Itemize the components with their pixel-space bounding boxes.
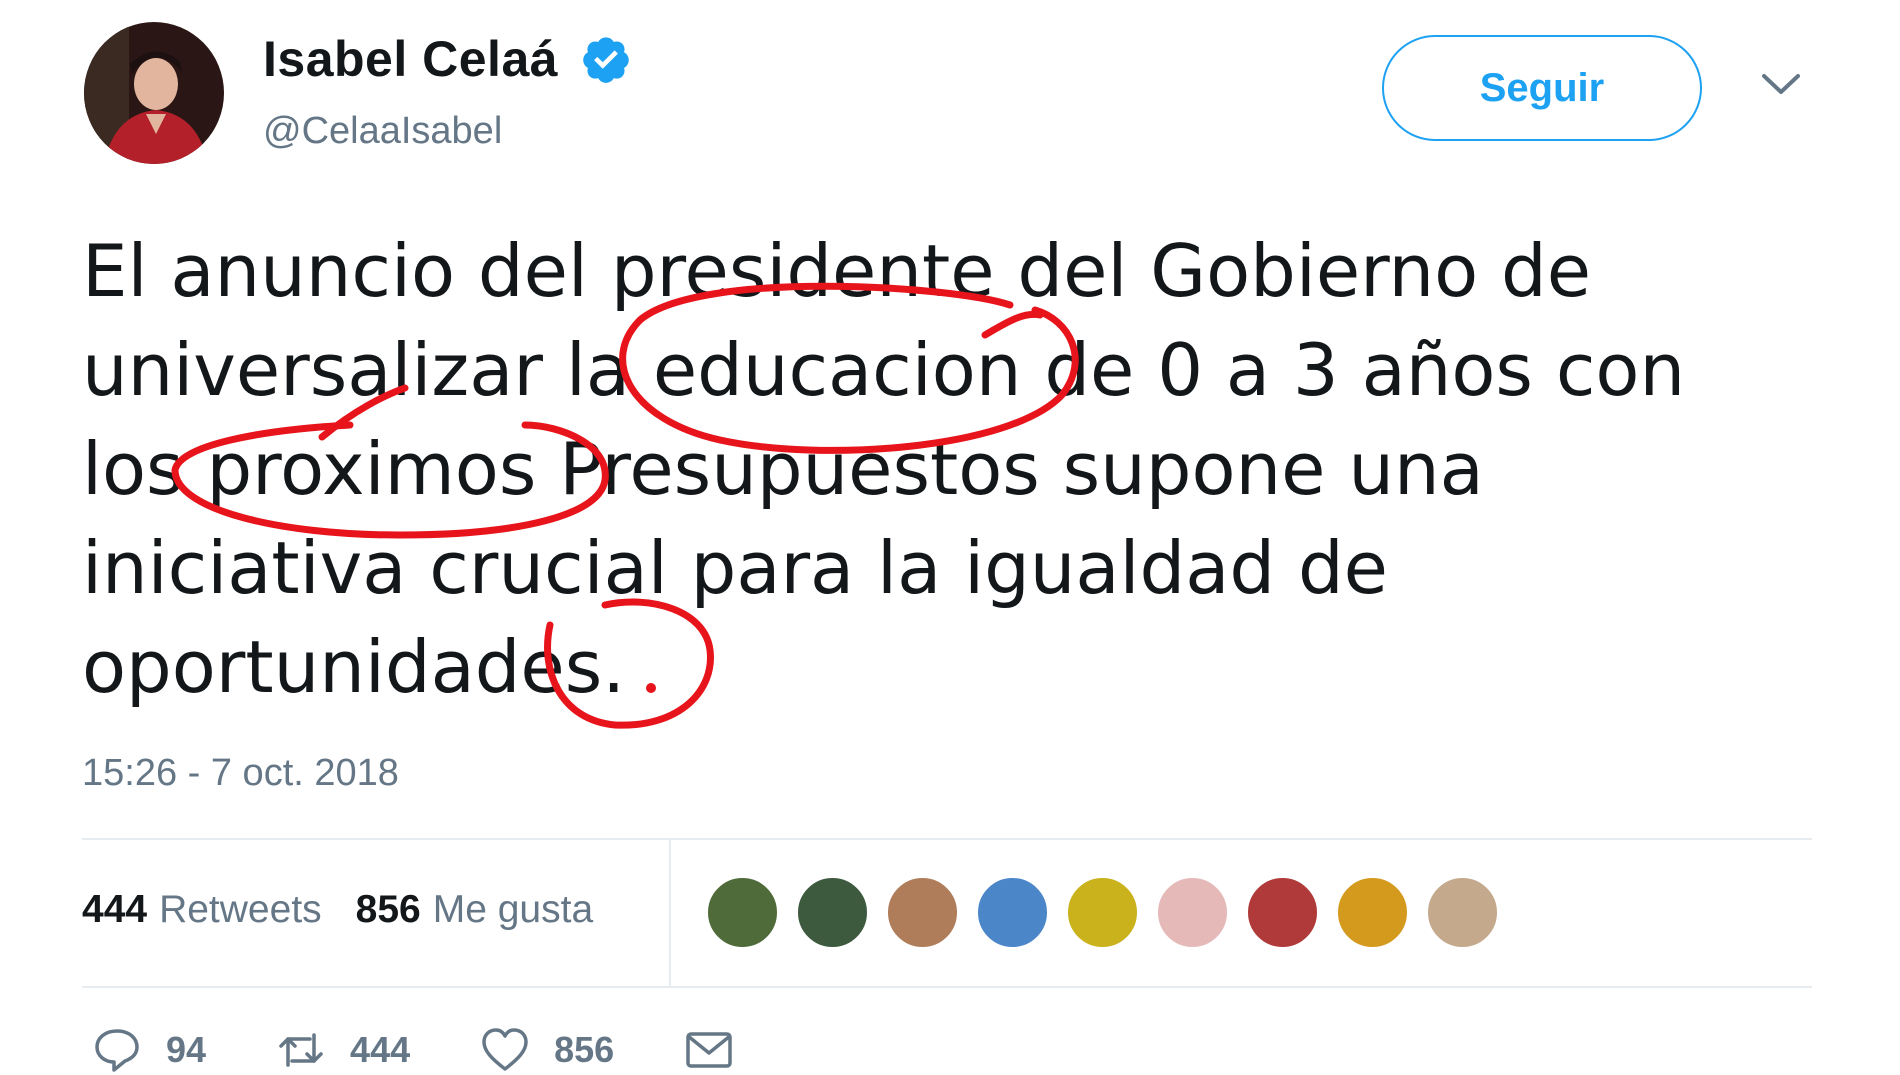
liker-avatar[interactable]: [976, 876, 1049, 949]
stats-vertical-divider: [669, 840, 671, 988]
likes-label: Me gusta: [432, 888, 594, 931]
like-count: 856: [554, 1029, 615, 1070]
retweets-stat[interactable]: 444 Retweets: [82, 888, 322, 932]
reply-icon: [95, 1029, 139, 1072]
author-avatar[interactable]: [84, 22, 224, 164]
author-name[interactable]: Isabel Celaá: [263, 30, 558, 88]
like-button[interactable]: 856: [480, 1025, 614, 1075]
reply-button[interactable]: 94: [92, 1025, 206, 1075]
liker-avatar[interactable]: [1066, 876, 1139, 949]
liker-avatar[interactable]: [886, 876, 959, 949]
heart-icon: [482, 1028, 528, 1071]
likes-stat[interactable]: 856 Me gusta: [356, 888, 594, 932]
tweet-action-bar: 94 444 856: [92, 1025, 804, 1075]
retweet-count: 444: [350, 1029, 411, 1070]
tweet-stats: 444 Retweets 856 Me gusta: [82, 888, 593, 932]
verified-badge-icon: [583, 37, 629, 83]
liker-avatar[interactable]: [1156, 876, 1229, 949]
divider-bottom: [82, 986, 1812, 988]
tweet-text: El anuncio del presidente del Gobierno d…: [82, 222, 1842, 717]
direct-message-button[interactable]: [684, 1025, 734, 1075]
liker-avatar[interactable]: [796, 876, 869, 949]
tweet-line: universalizar la educacion de 0 a 3 años…: [82, 328, 1686, 412]
author-name-row: Isabel Celaá: [263, 30, 632, 88]
liker-avatar[interactable]: [706, 876, 779, 949]
retweet-button[interactable]: 444: [276, 1025, 410, 1075]
tweet-line: los proximos Presupuestos supone una: [82, 427, 1484, 511]
liker-avatar[interactable]: [1246, 876, 1319, 949]
tweet-line: iniciativa crucial para la igualdad de: [82, 526, 1388, 610]
liker-avatar[interactable]: [1426, 876, 1499, 949]
envelope-icon: [686, 1032, 732, 1068]
tweet-line: El anuncio del presidente del Gobierno d…: [82, 229, 1592, 313]
follow-button[interactable]: Seguir: [1382, 35, 1702, 141]
retweets-label: Retweets: [159, 888, 322, 931]
author-handle[interactable]: @CelaaIsabel: [263, 110, 502, 153]
likes-count: 856: [355, 888, 421, 931]
liker-avatars: [706, 876, 1499, 949]
retweet-icon: [279, 1033, 323, 1067]
reply-count: 94: [166, 1029, 207, 1070]
tweet-line: oportunidades.: [82, 625, 626, 709]
tweet-timestamp[interactable]: 15:26 - 7 oct. 2018: [82, 752, 399, 795]
chevron-down-icon[interactable]: [1760, 70, 1802, 100]
liker-avatar[interactable]: [1336, 876, 1409, 949]
retweets-count: 444: [82, 888, 148, 931]
divider-top: [82, 838, 1812, 840]
